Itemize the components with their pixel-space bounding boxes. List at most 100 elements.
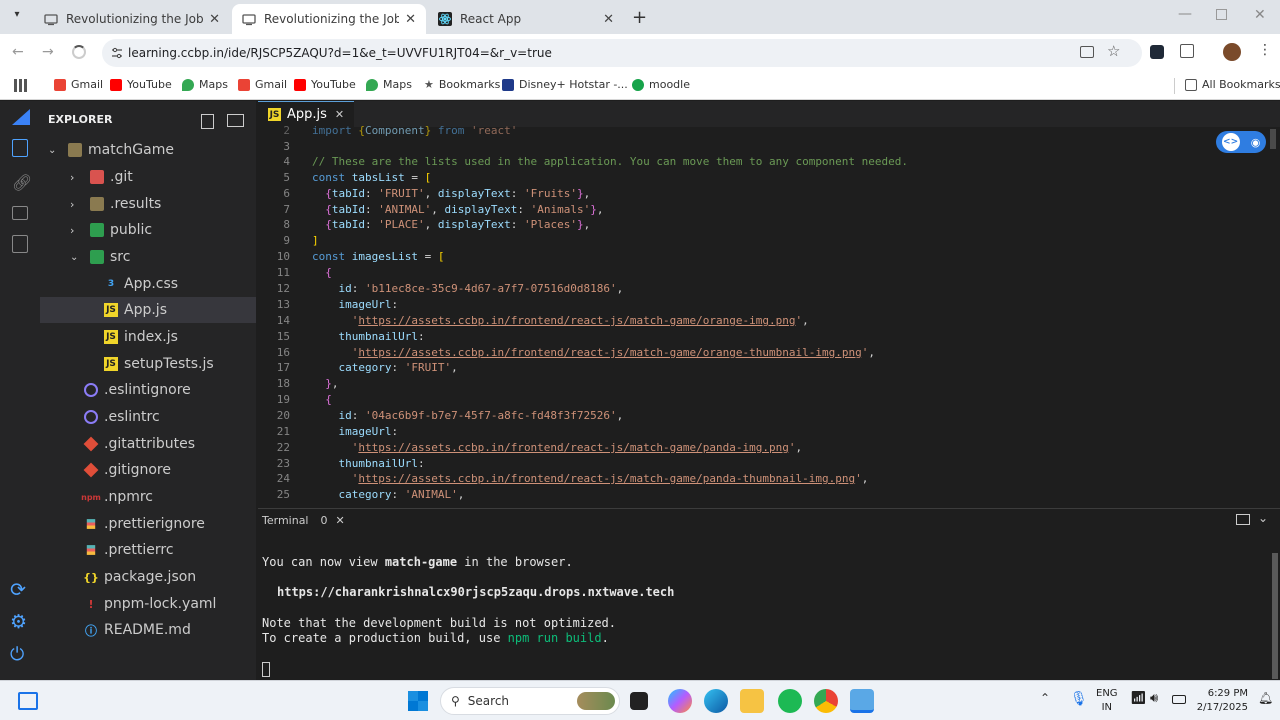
tree-item[interactable]: 3 App.css: [40, 271, 256, 297]
code-line: 25 category: 'ANIMAL',: [276, 488, 465, 501]
bookmark-item[interactable]: Maps: [366, 78, 412, 91]
git-folder-icon: [90, 170, 104, 184]
battery-icon[interactable]: [1172, 695, 1186, 704]
language-indicator[interactable]: ENG IN: [1096, 687, 1118, 715]
bookmark-star-icon[interactable]: ☆: [1107, 42, 1120, 60]
tree-item[interactable]: .prettierrc: [40, 537, 256, 563]
browser-tab[interactable]: Revolutionizing the Job Market ✕: [34, 4, 230, 34]
bookmark-item[interactable]: Gmail: [54, 78, 103, 91]
clock[interactable]: 6:29 PM 2/17/2025: [1196, 687, 1248, 715]
restore-icon[interactable]: [1216, 9, 1227, 20]
new-folder-icon[interactable]: [227, 114, 244, 127]
terminal-url[interactable]: https://charankrishnalcx90rjscp5zaqu.dro…: [277, 585, 674, 599]
terminal-options-icon[interactable]: [1236, 514, 1250, 525]
copilot-icon[interactable]: [668, 689, 692, 713]
widgets-icon[interactable]: [18, 692, 38, 710]
bookmark-item[interactable]: Disney+ Hotstar -...: [502, 78, 628, 91]
tree-item[interactable]: .eslintrc: [40, 404, 256, 430]
close-window-icon[interactable]: ✕: [1254, 7, 1266, 23]
files-icon[interactable]: [12, 139, 28, 157]
chrome-icon[interactable]: [814, 689, 838, 713]
back-icon[interactable]: ←: [12, 44, 24, 60]
install-app-icon[interactable]: [1080, 46, 1094, 58]
power-icon[interactable]: ⏻: [10, 644, 24, 665]
bookmark-item[interactable]: Maps: [182, 78, 228, 91]
tree-item-selected[interactable]: JS App.js: [40, 297, 256, 323]
bookmark-item[interactable]: moodle: [632, 78, 690, 91]
extension-icon[interactable]: [1150, 45, 1164, 59]
tree-item[interactable]: ⓘ README.md: [40, 617, 256, 643]
prettier-icon: [86, 519, 96, 529]
close-icon[interactable]: ✕: [335, 108, 344, 121]
edge-icon[interactable]: [704, 689, 728, 713]
site-info-icon[interactable]: [110, 46, 124, 60]
public-folder-icon: [90, 223, 104, 237]
tab-close-icon[interactable]: ✕: [209, 12, 220, 27]
explorer-title: EXPLORER: [48, 113, 113, 126]
browser-tab[interactable]: React App ✕: [428, 4, 624, 34]
tab-favicon-icon: [44, 14, 58, 26]
all-bookmarks[interactable]: All Bookmarks: [1185, 78, 1280, 91]
terminal-count: 0: [320, 513, 328, 527]
tree-item[interactable]: › .git: [40, 164, 256, 190]
bookmark-item[interactable]: YouTube: [110, 78, 172, 91]
profile-avatar[interactable]: [1223, 43, 1241, 61]
tree-item[interactable]: JS setupTests.js: [40, 351, 256, 377]
apps-grid-icon[interactable]: [14, 79, 27, 92]
new-file-icon[interactable]: [201, 114, 214, 129]
bookmark-item[interactable]: Gmail: [238, 78, 287, 91]
code-line: 24 'https://assets.ccbp.in/frontend/reac…: [276, 472, 869, 485]
refresh-icon[interactable]: ⟳: [10, 579, 26, 601]
forward-icon[interactable]: →: [42, 44, 54, 60]
chat-icon[interactable]: [12, 206, 28, 220]
tree-item[interactable]: ! pnpm-lock.yaml: [40, 591, 256, 617]
tree-item[interactable]: .prettierignore: [40, 511, 256, 537]
taskview-icon[interactable]: [630, 692, 648, 710]
tab-close-icon[interactable]: ✕: [405, 12, 416, 27]
tab-close-icon[interactable]: ✕: [603, 12, 614, 27]
bookmark-item[interactable]: ★ Bookmarks: [424, 78, 500, 91]
start-windows-icon[interactable]: [408, 691, 428, 711]
settings-gear-icon[interactable]: ⚙: [10, 611, 27, 633]
bookmark-item[interactable]: YouTube: [294, 78, 356, 91]
taskbar-search[interactable]: ⚲ Search: [440, 687, 620, 715]
tree-root[interactable]: ⌄ matchGame: [40, 137, 256, 163]
debug-icon[interactable]: [12, 235, 28, 253]
microphone-icon[interactable]: 🎙︎: [1070, 691, 1088, 707]
url-field[interactable]: learning.ccbp.in/ide/RJSCP5ZAQU?d=1&e_t=…: [102, 39, 1142, 67]
snipping-tool-icon[interactable]: [850, 689, 874, 713]
code-line: 6 {tabId: 'FRUIT', displayText: 'Fruits'…: [283, 187, 591, 200]
terminal-scrollbar[interactable]: [1272, 553, 1278, 679]
notification-bell-icon[interactable]: 🔔︎: [1258, 691, 1273, 705]
tree-item[interactable]: › public: [40, 217, 256, 243]
file-explorer-icon[interactable]: [740, 689, 764, 713]
volume-icon[interactable]: 🔊︎: [1150, 691, 1158, 706]
editor-scrollbar[interactable]: [1270, 129, 1276, 149]
yaml-icon: !: [88, 597, 94, 611]
terminal-title[interactable]: Terminal: [262, 514, 309, 527]
extensions-puzzle-icon[interactable]: [1180, 44, 1194, 58]
tree-item[interactable]: .eslintignore: [40, 377, 256, 403]
menu-kebab-icon[interactable]: ⋮: [1258, 42, 1272, 58]
tree-item[interactable]: {} package.json: [40, 564, 256, 590]
tree-item[interactable]: .gitignore: [40, 457, 256, 483]
tray-chevron-icon[interactable]: ⌃: [1040, 691, 1050, 705]
tree-item[interactable]: ⌄ src: [40, 244, 256, 270]
js-icon: JS: [104, 303, 118, 317]
tree-item[interactable]: .gitattributes: [40, 431, 256, 457]
close-terminal-icon[interactable]: ✕: [336, 514, 345, 527]
tree-item[interactable]: JS index.js: [40, 324, 256, 350]
chevron-right-icon: ›: [70, 223, 75, 237]
minimize-icon[interactable]: —: [1178, 6, 1192, 22]
new-tab-button[interactable]: +: [632, 7, 647, 28]
browser-tab-active[interactable]: Revolutionizing the Job Market ✕: [232, 4, 426, 34]
tree-item[interactable]: › .results: [40, 191, 256, 217]
spotify-icon[interactable]: [778, 689, 802, 713]
wifi-icon[interactable]: 📶︎: [1130, 691, 1147, 706]
chevron-down-icon[interactable]: ⌄: [1258, 511, 1268, 525]
link-icon[interactable]: 🔗︎: [12, 173, 32, 192]
tab-search-button[interactable]: ▾: [8, 9, 26, 25]
loading-spinner-icon[interactable]: [72, 45, 86, 59]
tree-item[interactable]: npm .npmrc: [40, 484, 256, 510]
chevron-down-icon: ⌄: [70, 251, 79, 263]
